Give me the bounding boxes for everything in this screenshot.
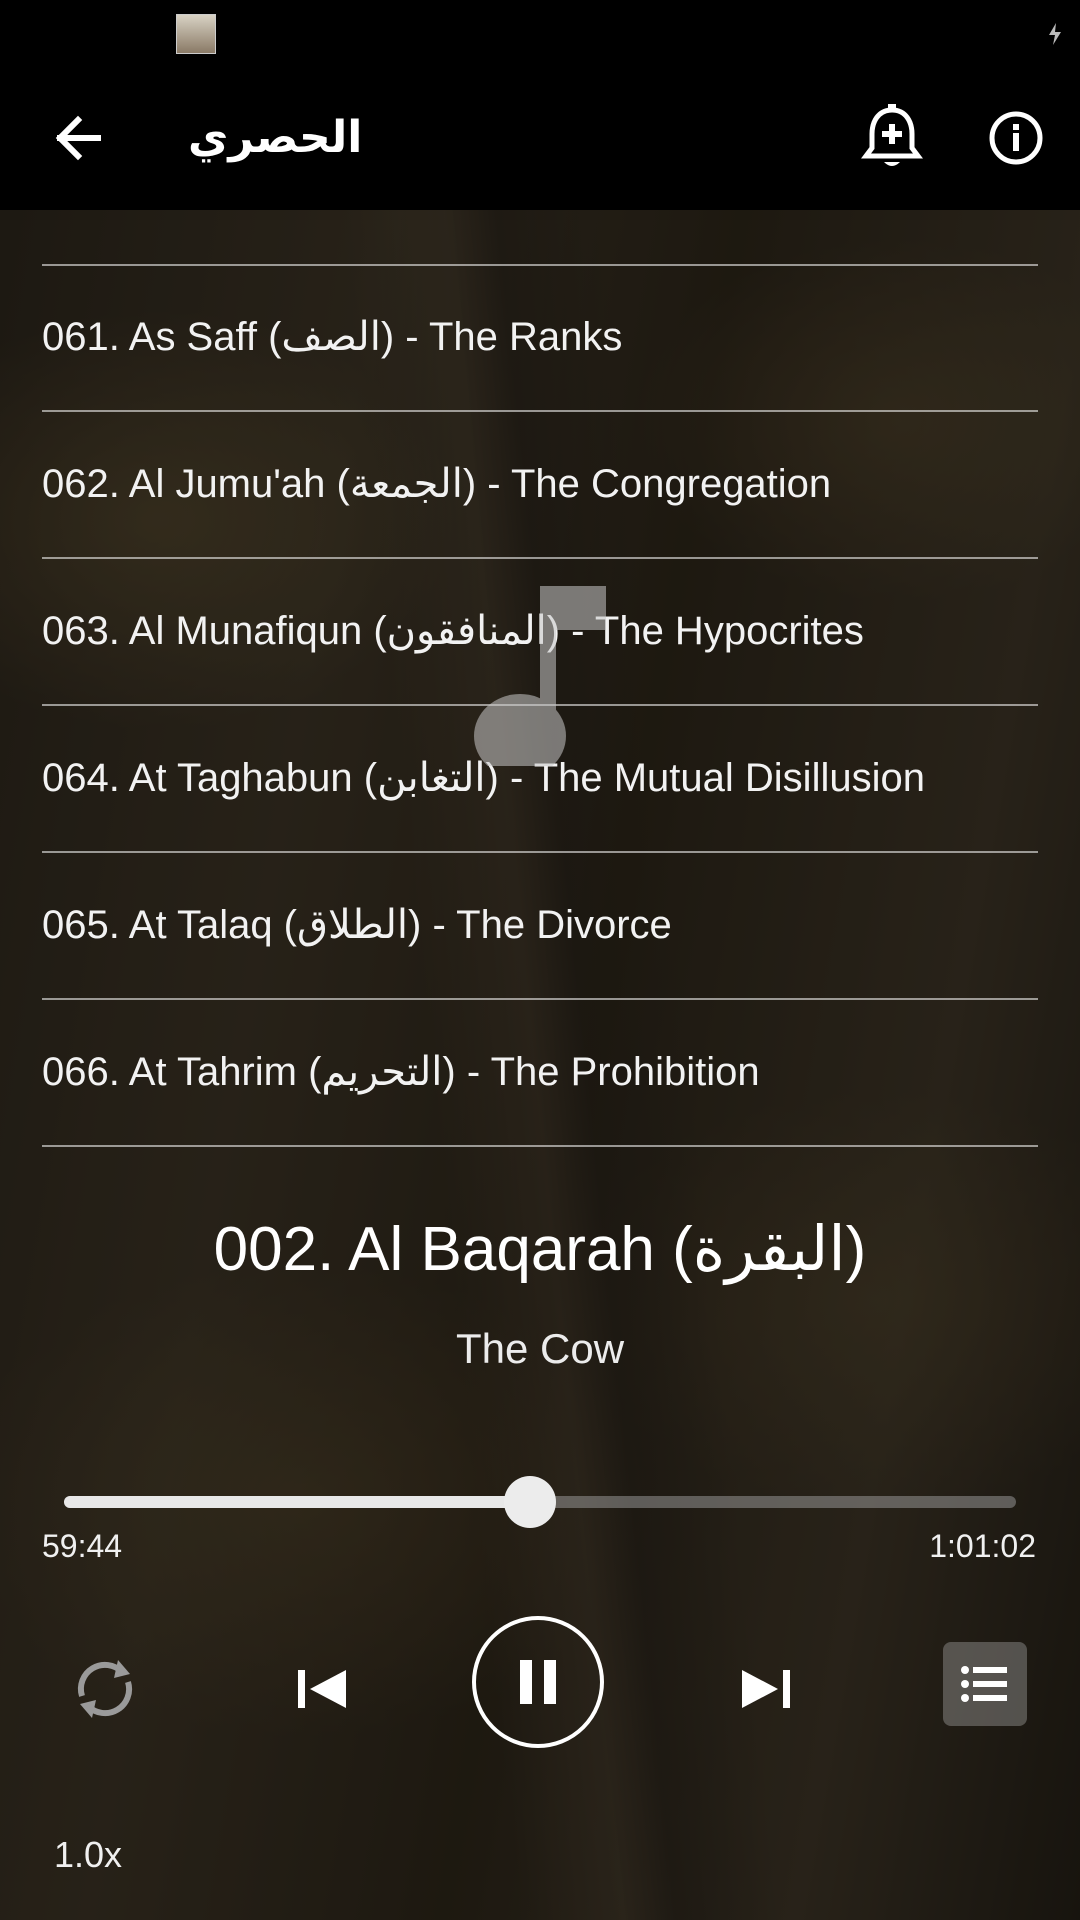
previous-button[interactable] xyxy=(278,1644,368,1734)
playlist-button[interactable] xyxy=(943,1642,1027,1726)
list-item[interactable]: 066. At Tahrim (التحريم) - The Prohibiti… xyxy=(42,999,1038,1147)
pause-icon xyxy=(520,1660,556,1704)
notification-thumbnail-icon xyxy=(176,14,216,54)
music-note-icon xyxy=(474,586,606,766)
list-item[interactable]: 062. Al Jumu'ah (الجمعة) - The Congregat… xyxy=(42,411,1038,559)
status-bar xyxy=(0,0,1080,66)
info-button[interactable] xyxy=(976,98,1056,178)
now-playing-title: 002. Al Baqarah (البقرة) xyxy=(213,1215,867,1284)
skip-previous-icon xyxy=(298,1670,346,1708)
progress-slider[interactable] xyxy=(64,1476,1016,1528)
arrow-left-icon xyxy=(55,115,101,161)
alarm-add-button[interactable] xyxy=(852,98,932,178)
progress-fill xyxy=(64,1496,531,1508)
next-button[interactable] xyxy=(720,1644,810,1734)
charging-icon xyxy=(1049,23,1061,45)
now-playing-subtitle: The Cow xyxy=(455,1325,625,1372)
info-icon xyxy=(989,111,1043,165)
playback-speed[interactable]: 1.0x xyxy=(54,1834,122,1876)
repeat-button[interactable] xyxy=(60,1644,150,1734)
page-title: الحصري xyxy=(188,112,363,163)
elapsed-time: 59:44 xyxy=(42,1528,123,1564)
list-item[interactable]: 061. As Saff (الصف) - The Ranks xyxy=(42,264,1038,412)
back-button[interactable] xyxy=(40,98,120,178)
skip-next-icon xyxy=(742,1670,790,1708)
total-time: 1:01:02 xyxy=(929,1528,1036,1564)
playlist-icon xyxy=(961,1666,1007,1702)
pause-button[interactable] xyxy=(472,1616,604,1748)
list-item[interactable] xyxy=(42,210,1038,266)
list-item[interactable]: 065. At Talaq (الطلاق) - The Divorce xyxy=(42,852,1038,1000)
alarm-add-icon xyxy=(861,104,923,166)
app-bar: الحصري xyxy=(0,66,1080,210)
